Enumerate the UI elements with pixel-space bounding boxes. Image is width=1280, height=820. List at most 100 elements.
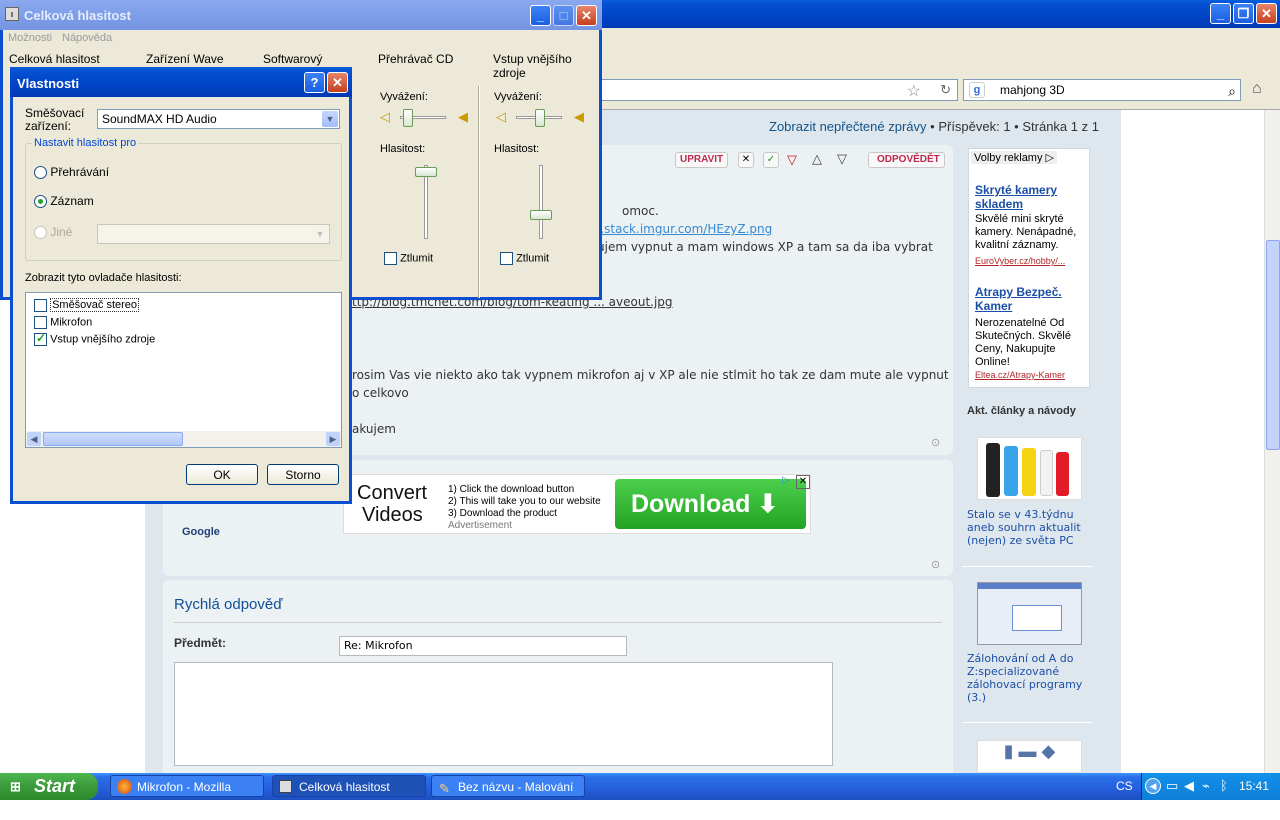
article-2-link[interactable]: Zálohování od A do Z:specializované zálo… bbox=[967, 652, 1095, 704]
bookmark-star-icon[interactable]: ☆ bbox=[907, 81, 921, 101]
list-item-checkbox[interactable] bbox=[34, 331, 47, 346]
list-item[interactable]: Směšovač stereo bbox=[34, 298, 140, 313]
minimize-button[interactable]: _ bbox=[530, 5, 551, 26]
radio-playback[interactable]: Přehrávání bbox=[34, 165, 109, 180]
ok-button[interactable]: OK bbox=[186, 464, 258, 485]
subject-input[interactable]: Re: Mikrofon bbox=[339, 636, 627, 656]
back-to-top-icon[interactable]: ⊙ bbox=[931, 436, 940, 449]
bluetooth-icon[interactable]: ᛒ bbox=[1220, 778, 1228, 793]
maximize-button[interactable]: ❐ bbox=[1233, 3, 1254, 24]
monitor-icon[interactable]: ▭ bbox=[1166, 778, 1178, 794]
quick-reply-title: Rychlá odpověď bbox=[174, 596, 283, 613]
mute-checkbox[interactable]: Ztlumit bbox=[384, 252, 433, 265]
subject-value: Re: Mikrofon bbox=[344, 639, 413, 652]
close-button[interactable]: ✕ bbox=[327, 72, 348, 93]
divider bbox=[174, 622, 942, 623]
dialog-title: Vlastnosti bbox=[17, 76, 80, 91]
scroll-right-icon[interactable]: ▶ bbox=[326, 432, 340, 446]
back-to-top-icon[interactable]: ⊙ bbox=[931, 558, 940, 571]
minimize-button[interactable]: _ bbox=[1210, 3, 1231, 24]
warn-icon[interactable]: △ bbox=[812, 151, 822, 167]
list-item[interactable]: Vstup vnějšího zdroje bbox=[34, 331, 156, 346]
ad-close-icon[interactable]: ✕ bbox=[796, 475, 810, 489]
close-button[interactable]: ✕ bbox=[576, 5, 597, 26]
mixer-select[interactable]: SoundMAX HD Audio ▼ bbox=[97, 109, 340, 129]
download-button[interactable]: Download ⬇ bbox=[615, 479, 806, 529]
balance-thumb[interactable] bbox=[535, 109, 545, 127]
search-input[interactable]: g mahjong 3D ⌕ bbox=[963, 79, 1241, 101]
list-item-checkbox[interactable] bbox=[34, 316, 47, 329]
menu-options[interactable]: Možnosti bbox=[8, 32, 52, 44]
list-item-checkbox[interactable] bbox=[34, 299, 47, 312]
balance-label: Vyvážení: bbox=[380, 91, 428, 103]
article-2-thumb[interactable] bbox=[977, 582, 1082, 645]
mute-box[interactable] bbox=[500, 252, 513, 265]
info-icon[interactable]: ▽ bbox=[837, 151, 847, 167]
task-firefox[interactable]: Mikrofon - Mozilla Fire... bbox=[110, 775, 264, 816]
radio-playback-circle[interactable] bbox=[34, 166, 47, 180]
task-volume[interactable]: Celková hlasitost bbox=[272, 775, 426, 797]
home-icon[interactable]: ⌂ bbox=[1252, 80, 1262, 98]
volume-slider-thumb[interactable] bbox=[415, 167, 437, 177]
volume-slider-track[interactable] bbox=[539, 165, 543, 239]
speaker-right-icon: ◀ bbox=[458, 109, 468, 124]
tray-expand-icon[interactable]: ◀ bbox=[1145, 778, 1161, 794]
clock: 15:41 bbox=[1239, 779, 1270, 793]
article-1-link[interactable]: Stalo se v 43.týdnu aneb souhrn aktualit… bbox=[967, 508, 1095, 547]
message-textarea[interactable] bbox=[174, 662, 833, 766]
divider bbox=[962, 722, 1093, 723]
start-button[interactable]: ⊞ Start bbox=[0, 773, 98, 800]
list-item-label: Vstup vnějšího zdroje bbox=[50, 333, 156, 346]
menu-help[interactable]: Nápověda bbox=[62, 32, 112, 44]
mixer-value: SoundMAX HD Audio bbox=[102, 112, 217, 126]
ad-2-url[interactable]: Eltea.cz/Atrapy-Kamer bbox=[975, 370, 1087, 380]
adchoices-icon[interactable]: ▷ bbox=[782, 475, 790, 486]
ad-step-2: 2) This will take you to our website bbox=[448, 496, 601, 507]
article-1-thumb[interactable] bbox=[977, 437, 1082, 500]
horizontal-scrollbar[interactable]: ◀ ▶ bbox=[26, 431, 341, 447]
scroll-left-icon[interactable]: ◀ bbox=[27, 432, 41, 446]
mute-box[interactable] bbox=[384, 252, 397, 265]
dialog-titlebar: Vlastnosti bbox=[10, 67, 352, 97]
volume-slider-thumb[interactable] bbox=[530, 210, 552, 220]
unread-link[interactable]: Zobrazit nepřečtené zprávy bbox=[769, 119, 927, 134]
page-scrollbar[interactable] bbox=[1264, 110, 1280, 773]
list-item[interactable]: Mikrofon bbox=[34, 316, 92, 329]
scrollbar-thumb[interactable] bbox=[1266, 240, 1280, 450]
banner-ad[interactable]: Convert Videos 1) Click the download but… bbox=[343, 474, 811, 534]
channel-1-label: Celková hlasitost bbox=[9, 52, 100, 66]
help-button[interactable]: ? bbox=[304, 72, 325, 93]
chevron-down-icon: ▼ bbox=[315, 229, 325, 239]
chevron-down-icon[interactable]: ▼ bbox=[322, 111, 338, 127]
ad-1-url[interactable]: EuroVyber.cz/hobby/... bbox=[975, 256, 1087, 266]
report-icon[interactable]: ▽ bbox=[787, 152, 797, 168]
phone-yellow bbox=[1022, 448, 1036, 496]
magnifier-icon[interactable]: ⌕ bbox=[1228, 81, 1236, 101]
download-label: Download bbox=[631, 490, 751, 518]
edit-button[interactable]: UPRAVIT bbox=[675, 152, 729, 168]
reply-button[interactable]: ODPOVĚDĚT bbox=[868, 152, 945, 168]
ad-choice-label[interactable]: Volby reklamy ▷ bbox=[971, 151, 1057, 164]
speaker-icon[interactable]: ◀ bbox=[1184, 778, 1194, 794]
task-paint[interactable]: ✎ Bez názvu - Malování bbox=[431, 775, 585, 797]
ad-2-body: Nerozenatelné Od Skutečných. Skvělé Ceny… bbox=[975, 317, 1071, 368]
approve-icon[interactable]: ✓ bbox=[763, 152, 779, 168]
radio-record-circle[interactable] bbox=[34, 195, 47, 209]
close-button[interactable]: ✕ bbox=[1256, 3, 1277, 24]
network-icon[interactable]: ⌁ bbox=[1202, 778, 1210, 794]
language-indicator[interactable]: CS bbox=[1116, 779, 1133, 793]
reload-icon[interactable]: ↻ bbox=[940, 82, 951, 98]
cancel-button[interactable]: Storno bbox=[267, 464, 339, 485]
thumb-dialog bbox=[1012, 605, 1062, 631]
mute-checkbox[interactable]: Ztlumit bbox=[500, 252, 549, 265]
ad-2-title[interactable]: Atrapy Bezpeč. Kamer bbox=[975, 285, 1087, 313]
post-link-1[interactable]: i.stack.imgur.com/HEzyZ.png bbox=[597, 222, 772, 236]
balance-thumb[interactable] bbox=[403, 109, 413, 127]
delete-icon[interactable]: ✕ bbox=[738, 152, 754, 168]
windows-logo-icon: ⊞ bbox=[10, 779, 21, 794]
scrollbar-thumb[interactable] bbox=[43, 432, 183, 446]
article-3-thumb[interactable]: ▮ ▬ ◆ bbox=[977, 740, 1082, 773]
ad-1-title[interactable]: Skryté kamery skladem bbox=[975, 183, 1087, 211]
radio-record[interactable]: Záznam bbox=[34, 194, 94, 209]
page-info: Zobrazit nepřečtené zprávy • Příspěvek: … bbox=[769, 119, 1099, 134]
